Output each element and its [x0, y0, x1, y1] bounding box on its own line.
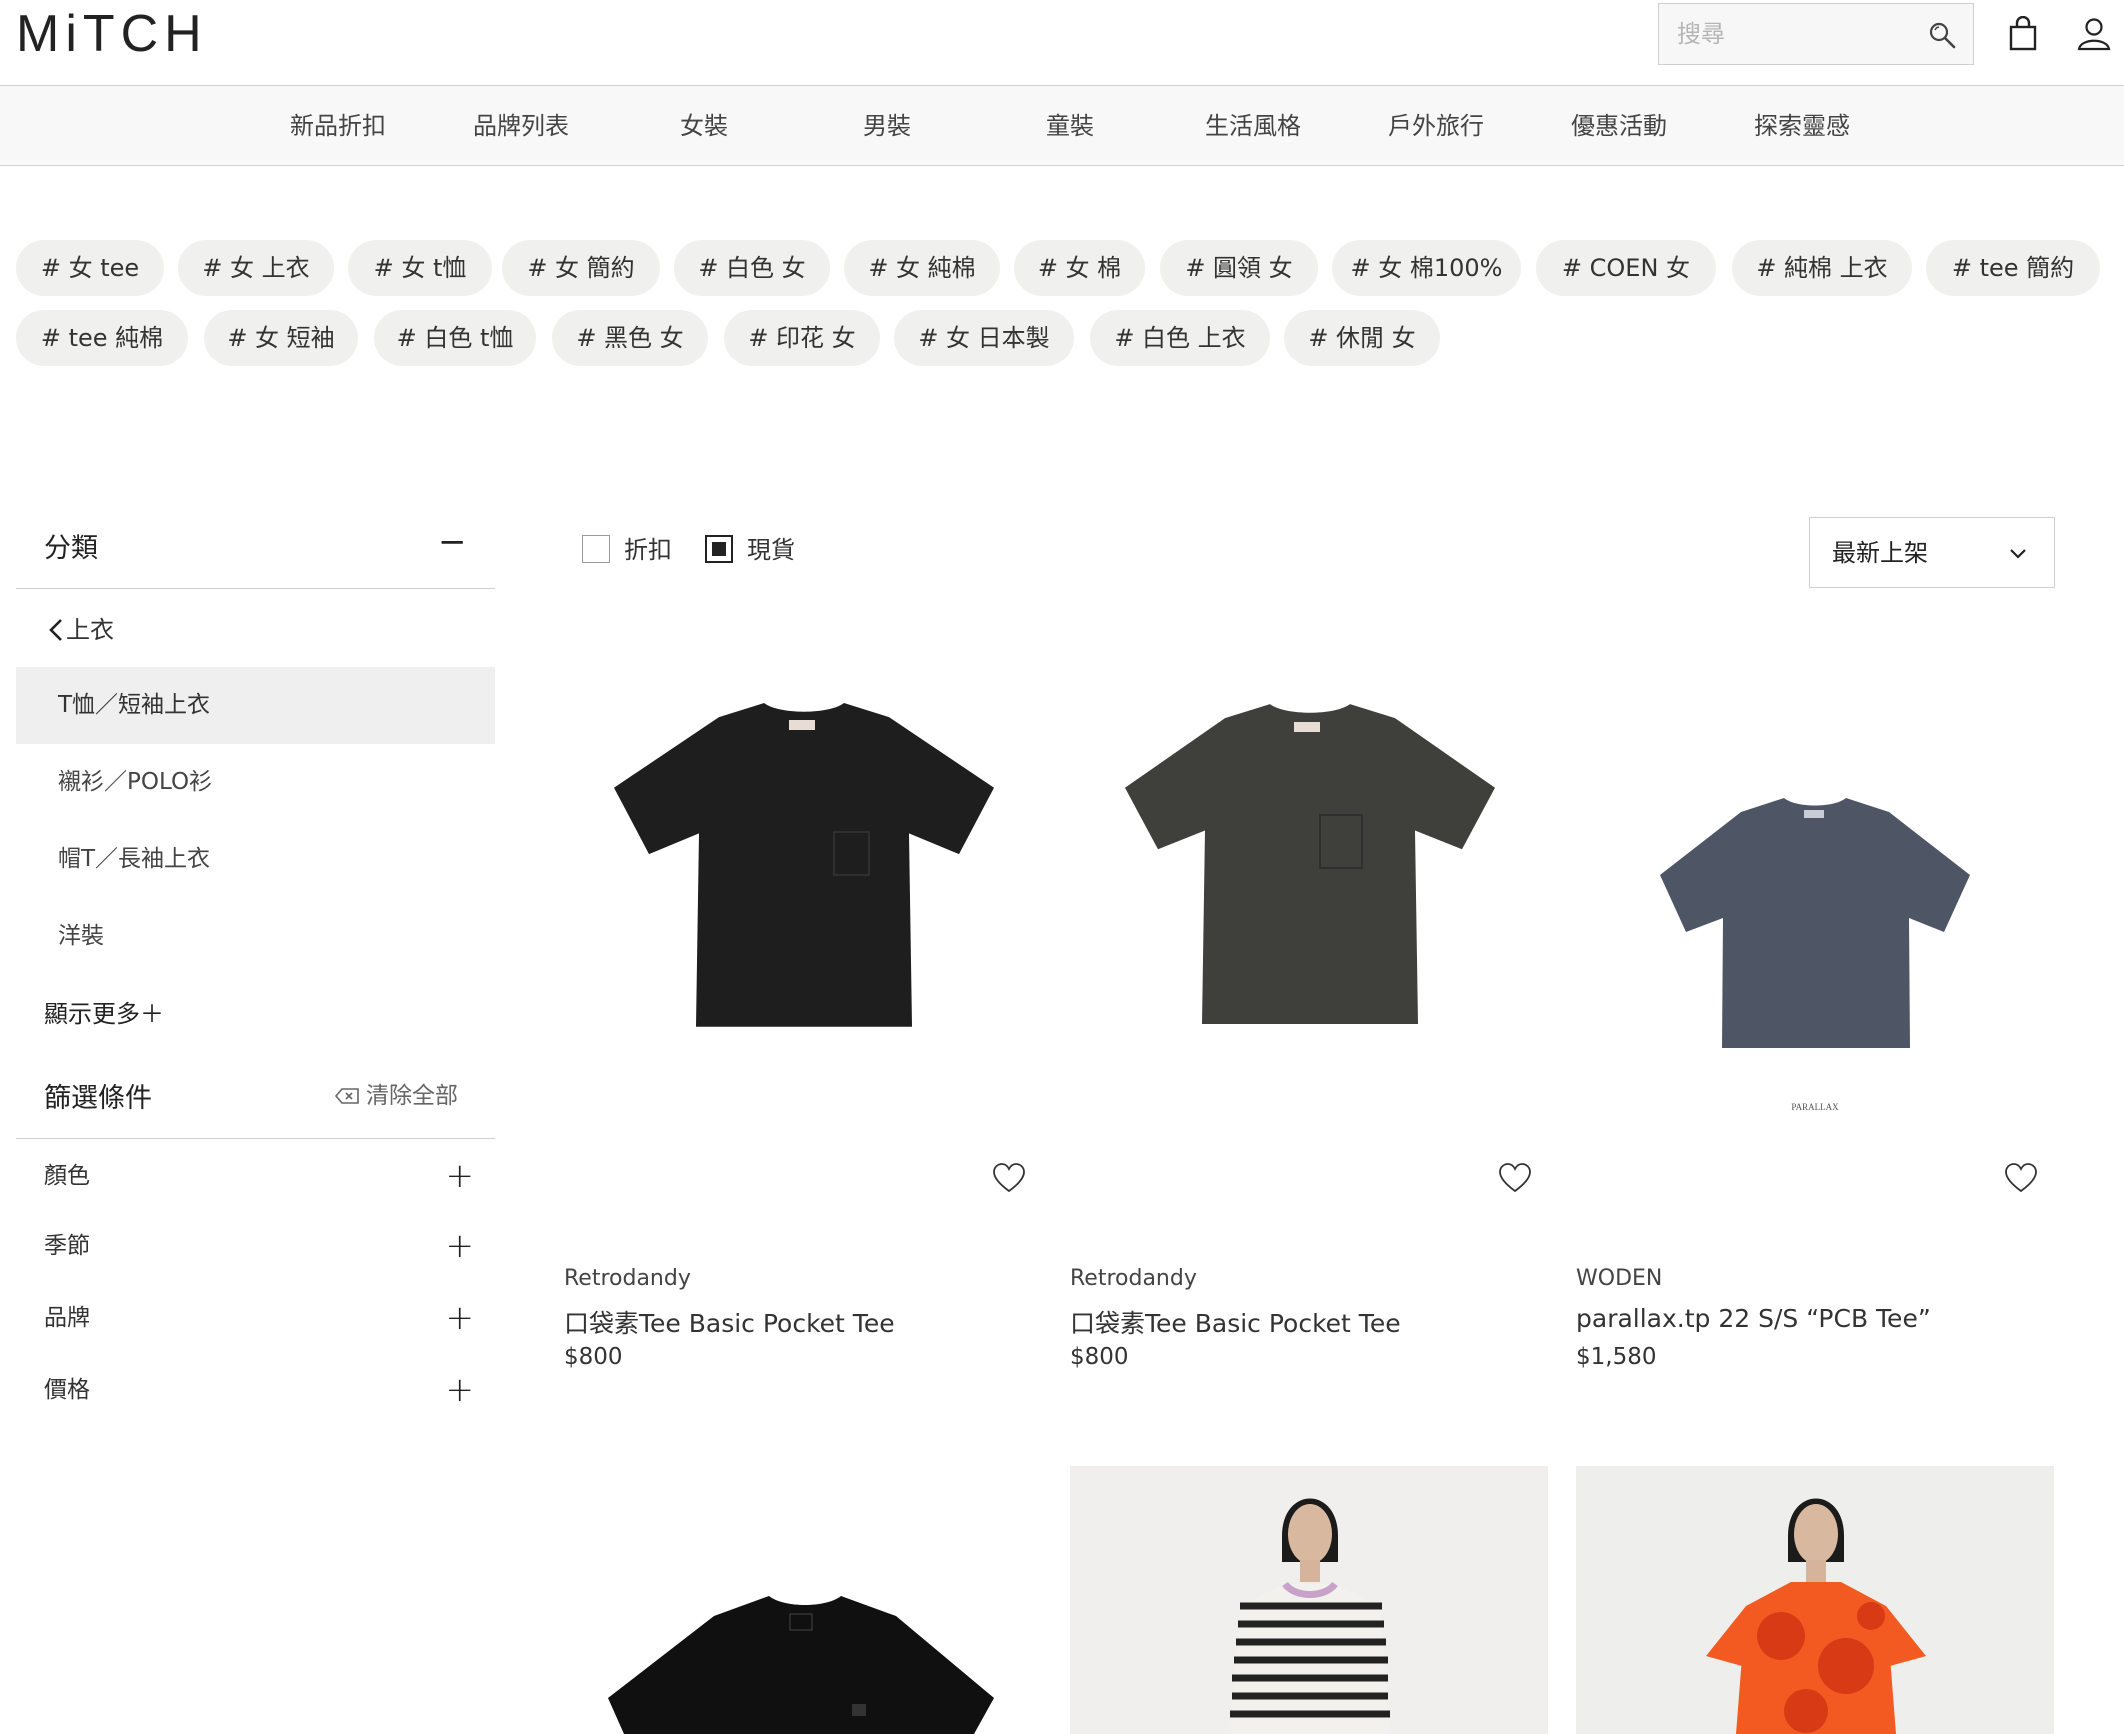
product-image[interactable]: PARALLAX [1576, 650, 2054, 1128]
user-account-icon[interactable] [2076, 16, 2112, 52]
logo-text: MiTCH [16, 5, 208, 63]
expand-icon: + [445, 1370, 475, 1410]
site-logo[interactable]: MiTCH [16, 5, 231, 63]
back-category-label: 上衣 [66, 616, 114, 644]
show-more-categories[interactable]: 顯示更多＋ [44, 994, 164, 1034]
filter-brand-label: 品牌 [44, 1305, 90, 1331]
category-item-tshirts[interactable]: T恤／短袖上衣 [16, 667, 495, 744]
sort-selected-value: 最新上架 [1832, 539, 1928, 567]
tag-chip[interactable]: # 印花 女 [724, 310, 880, 366]
product-price: $1,580 [1576, 1344, 1657, 1370]
product-image[interactable] [564, 650, 1042, 1128]
tag-chip[interactable]: # 純棉 上衣 [1732, 240, 1912, 296]
tag-chip[interactable]: # 白色 上衣 [1090, 310, 1270, 366]
search-input[interactable] [1677, 14, 1917, 54]
tshirt-image [614, 703, 994, 1027]
nav-item-promotions[interactable]: 優惠活動 [1539, 86, 1699, 166]
category-item-shirts-polo[interactable]: 襯衫／POLO衫 [16, 744, 495, 821]
filter-color[interactable]: 顏色 + [44, 1156, 474, 1196]
tag-chip[interactable]: # COEN 女 [1536, 240, 1716, 296]
product-card[interactable] [1576, 1466, 2054, 1734]
nav-item-men[interactable]: 男裝 [807, 86, 967, 166]
shopping-bag-icon[interactable] [2006, 16, 2040, 52]
product-brand: WODEN [1576, 1266, 1663, 1291]
sort-dropdown[interactable]: 最新上架 [1809, 517, 2055, 588]
product-card[interactable] [1070, 1466, 1548, 1734]
chevron-left-icon [49, 619, 62, 641]
model-photo [1576, 1466, 2054, 1734]
expand-icon: + [445, 1298, 475, 1338]
tag-chip[interactable]: # 女 短袖 [204, 310, 358, 366]
in-stock-checkbox[interactable] [705, 535, 733, 563]
tag-chip[interactable]: # 圓領 女 [1160, 240, 1318, 296]
filter-price-label: 價格 [44, 1377, 90, 1403]
heart-icon[interactable] [1498, 1162, 1532, 1194]
tag-chip[interactable]: # 女 棉 [1014, 240, 1145, 296]
filter-color-label: 顏色 [44, 1163, 90, 1189]
nav-item-lifestyle[interactable]: 生活風格 [1173, 86, 1333, 166]
tag-chip[interactable]: # 白色 女 [674, 240, 830, 296]
product-name[interactable]: parallax.tp 22 S/S “PCB Tee” [1576, 1304, 1931, 1333]
filter-price[interactable]: 價格 + [44, 1370, 474, 1410]
tag-chip[interactable]: # tee 簡約 [1926, 240, 2100, 296]
tag-chip[interactable]: # 女 棉100% [1332, 240, 1521, 296]
tag-chip[interactable]: # 休閒 女 [1284, 310, 1440, 366]
tag-chip[interactable]: # 女 純棉 [844, 240, 1000, 296]
product-price: $800 [1070, 1344, 1129, 1370]
clear-all-label: 清除全部 [366, 1083, 458, 1109]
tshirt-image [1125, 704, 1495, 1024]
filter-season-label: 季節 [44, 1233, 90, 1259]
product-card[interactable] [564, 1466, 1042, 1734]
divider [16, 1138, 495, 1139]
nav-item-women[interactable]: 女裝 [624, 86, 784, 166]
in-stock-label: 現貨 [747, 536, 795, 564]
tag-chip[interactable]: # 女 上衣 [178, 240, 334, 296]
product-brand: Retrodandy [564, 1266, 691, 1291]
filter-brand[interactable]: 品牌 + [44, 1298, 474, 1338]
search-box [1658, 3, 1974, 65]
tshirt-image: PARALLAX [1660, 798, 1970, 1112]
product-image[interactable] [1070, 650, 1548, 1128]
clear-all-filters-button[interactable]: 清除全部 [334, 1078, 458, 1114]
site-header: MiTCH [0, 0, 2124, 86]
product-price: $800 [564, 1344, 623, 1370]
tag-chip[interactable]: # 女 tee [16, 240, 164, 296]
collapse-category-button[interactable]: − [438, 522, 467, 562]
back-to-parent-category[interactable]: 上衣 [46, 610, 114, 650]
tag-chip[interactable]: # 女 日本製 [894, 310, 1074, 366]
tag-chip[interactable]: # 黑色 女 [552, 310, 708, 366]
model-photo [1070, 1466, 1548, 1734]
category-title: 分類 [44, 533, 98, 564]
divider [16, 588, 495, 589]
tag-chip[interactable]: # 女 簡約 [502, 240, 660, 296]
nav-item-outdoor-travel[interactable]: 戶外旅行 [1356, 86, 1516, 166]
filter-title: 篩選條件 [44, 1083, 152, 1114]
expand-icon: + [445, 1156, 475, 1196]
tshirt-image [608, 1596, 994, 1734]
product-name[interactable]: 口袋素Tee Basic Pocket Tee [564, 1304, 895, 1340]
heart-icon[interactable] [992, 1162, 1026, 1194]
clear-icon [334, 1088, 359, 1104]
heart-icon[interactable] [2004, 1162, 2038, 1194]
nav-item-inspiration[interactable]: 探索靈感 [1722, 86, 1882, 166]
nav-item-new-discount[interactable]: 新品折扣 [258, 86, 418, 166]
filter-season[interactable]: 季節 + [44, 1226, 474, 1266]
category-item-dresses[interactable]: 洋裝 [16, 898, 495, 975]
category-item-hoodies-longsleeve[interactable]: 帽T／長袖上衣 [16, 821, 495, 898]
discount-checkbox[interactable] [582, 535, 610, 563]
nav-item-brands[interactable]: 品牌列表 [441, 86, 601, 166]
nav-item-kids[interactable]: 童裝 [990, 86, 1150, 166]
discount-label: 折扣 [624, 536, 672, 564]
tag-chip[interactable]: # 白色 t恤 [374, 310, 536, 366]
product-brand: Retrodandy [1070, 1266, 1197, 1291]
expand-icon: + [445, 1226, 475, 1266]
product-name[interactable]: 口袋素Tee Basic Pocket Tee [1070, 1304, 1401, 1340]
search-icon[interactable] [1927, 20, 1957, 50]
tag-chip[interactable]: # tee 純棉 [16, 310, 188, 366]
chevron-down-icon [2010, 549, 2026, 559]
product-image-caption: PARALLAX [1791, 1102, 1839, 1112]
tag-chip[interactable]: # 女 t恤 [348, 240, 492, 296]
main-navigation: 新品折扣 品牌列表 女裝 男裝 童裝 生活風格 戶外旅行 優惠活動 探索靈感 [0, 86, 2124, 166]
